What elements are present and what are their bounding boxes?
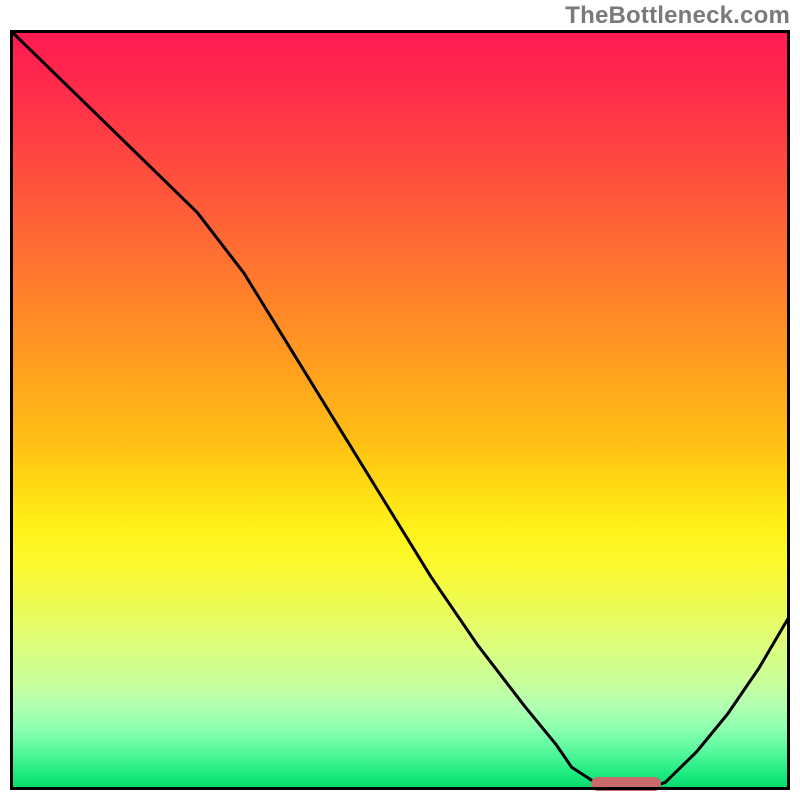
optimal-range-marker [591,777,661,791]
chart-stage: TheBottleneck.com [0,0,800,800]
watermark-text: TheBottleneck.com [565,2,790,30]
bottleneck-curve [10,30,790,790]
bottleneck-curve-path [10,30,790,790]
